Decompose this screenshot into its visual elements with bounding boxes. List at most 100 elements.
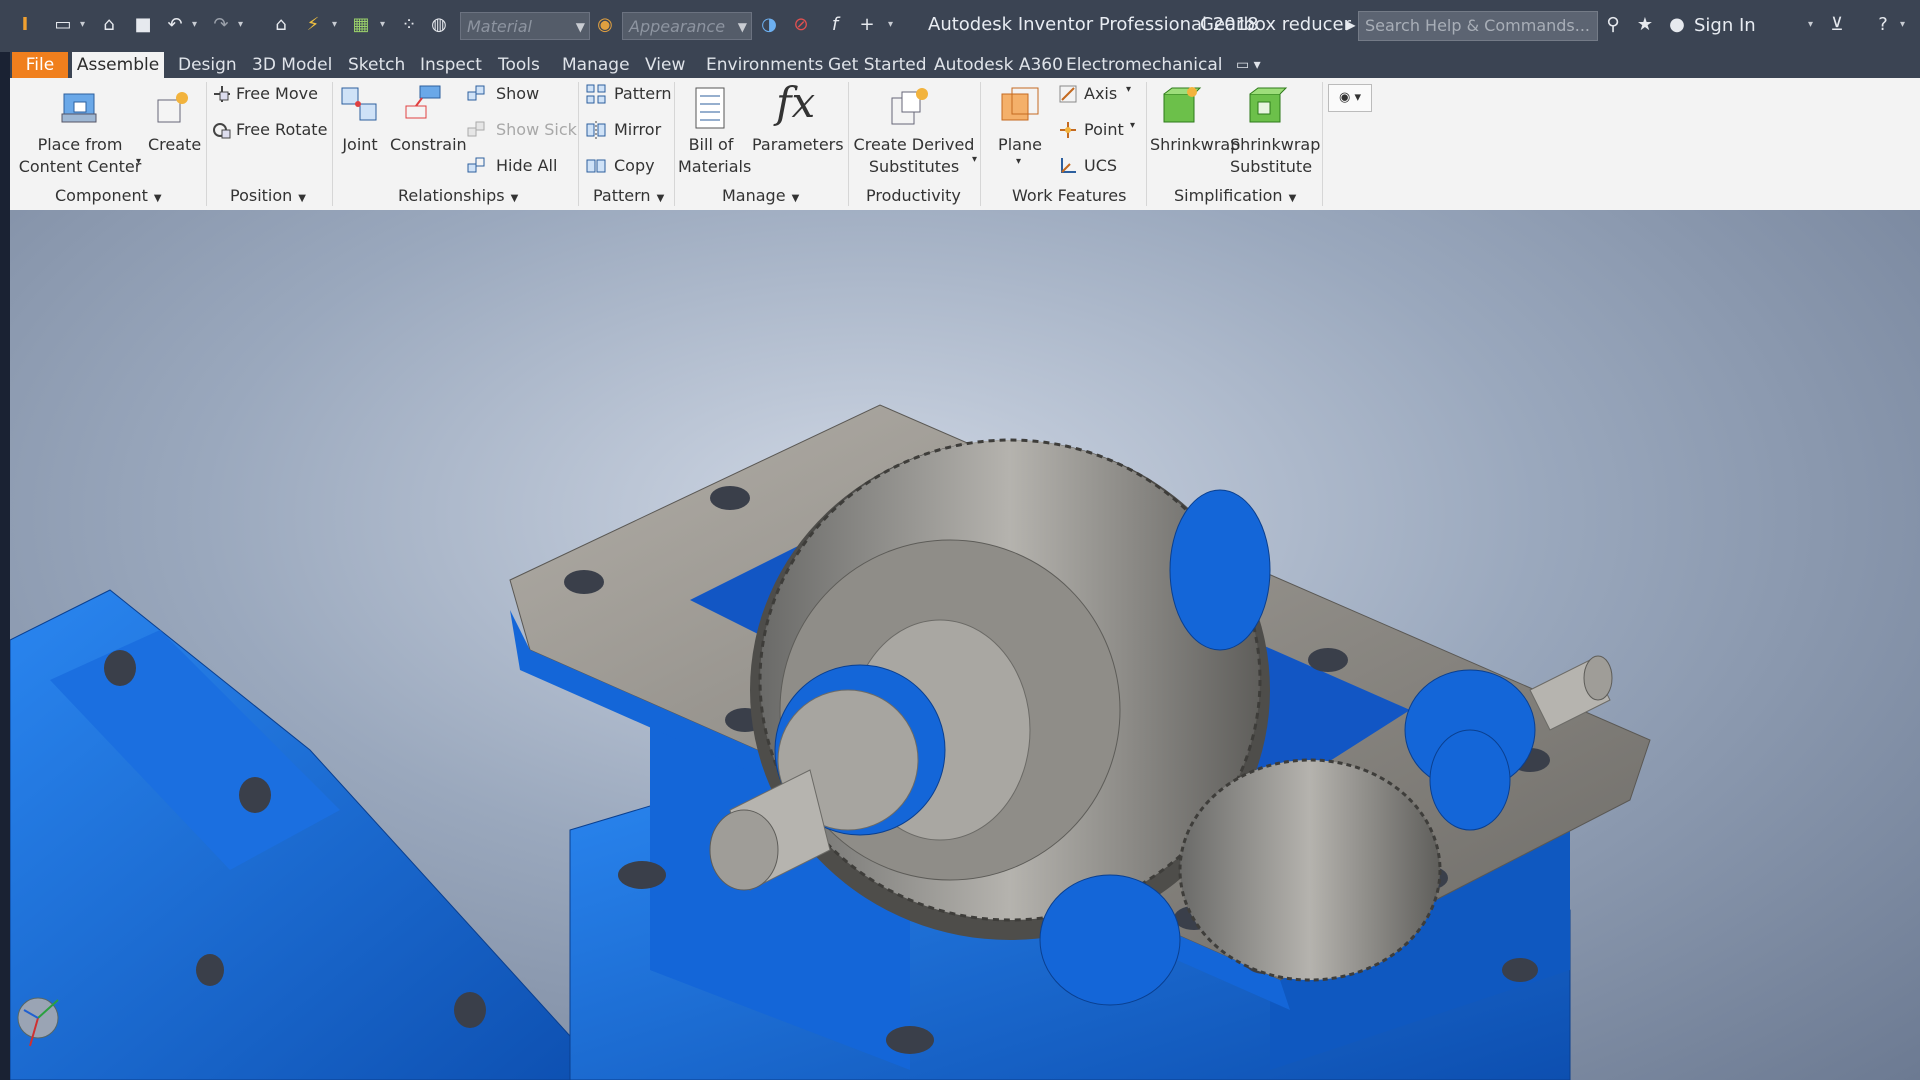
binoculars-icon[interactable]: ⚲ [1602, 14, 1624, 36]
star-icon[interactable]: ★ [1634, 14, 1656, 36]
chevron-down-icon: ▼ [791, 193, 800, 204]
separator [980, 82, 981, 206]
home-icon[interactable]: ⌂ [270, 14, 292, 36]
tab-view[interactable]: View [645, 52, 685, 78]
joint-icon [341, 87, 377, 121]
tab-environments[interactable]: Environments [706, 52, 823, 78]
save-icon[interactable]: ■ [132, 14, 154, 36]
measure-icon[interactable]: ⁘ [398, 14, 420, 36]
panel-title-position[interactable]: Position ▼ [230, 186, 306, 205]
sign-in-dropdown-icon[interactable]: ▾ [1808, 20, 1818, 30]
new-dropdown-icon[interactable]: ▾ [80, 20, 90, 30]
update-dropdown-icon[interactable]: ▾ [332, 20, 342, 30]
tab-assemble[interactable]: Assemble [72, 52, 164, 78]
fx-parameters-icon: fx [776, 78, 816, 127]
copy-icon [586, 159, 606, 173]
show-icon [467, 85, 485, 101]
fx-icon[interactable]: f [824, 14, 846, 36]
plane-dropdown-icon: ▾ [1016, 156, 1022, 167]
tab-get-started[interactable]: Get Started [828, 52, 926, 78]
ribbon-options-dropdown[interactable]: ◉ ▾ [1328, 84, 1372, 112]
derived-label-1: Create Derived [853, 135, 975, 154]
material-select[interactable]: Material ▼ [460, 12, 590, 40]
free-move-label: Free Move [236, 84, 318, 103]
title-bar: I ▭ ▾ ⌂ ■ ↶ ▾ ↷ ▾ ⌂ ⚡ ▾ ▦ ▾ ⁘ ◍ Material… [0, 0, 1920, 52]
content-center-icon [61, 93, 97, 123]
undo-icon[interactable]: ↶ [164, 14, 186, 36]
globe-icon[interactable]: ◍ [428, 14, 450, 36]
parameters-label: Parameters [752, 135, 844, 154]
mirror-label: Mirror [614, 120, 662, 139]
tab-tools[interactable]: Tools [498, 52, 540, 78]
tab-3d-model[interactable]: 3D Model [252, 52, 332, 78]
ribbon-display-toggle-icon[interactable]: ▭ ▾ [1236, 52, 1261, 78]
panel-title-pattern[interactable]: Pattern ▼ [593, 186, 664, 205]
constrain-icon [405, 85, 441, 119]
search-input[interactable]: Search Help & Commands... [1358, 11, 1598, 41]
tab-electromechanical[interactable]: Electromechanical [1066, 52, 1223, 78]
tab-manage[interactable]: Manage [562, 52, 630, 78]
panel-title-component[interactable]: Component ▼ [55, 186, 162, 205]
appearance-placeholder: Appearance [629, 17, 726, 36]
panel-title-relationships[interactable]: Relationships ▼ [398, 186, 518, 205]
new-file-icon[interactable]: ▭ [52, 14, 74, 36]
separator [1146, 82, 1147, 206]
ribbon-panel: Place from Content Center ▾ Create Compo… [10, 78, 1920, 210]
show-sick-label: Show Sick [496, 120, 577, 139]
mirror-icon [586, 121, 606, 139]
inventor-logo-icon[interactable]: I [14, 14, 36, 36]
create-component-icon [157, 92, 188, 123]
free-rotate-label: Free Rotate [236, 120, 328, 139]
appearance-icon[interactable]: ◉ [594, 14, 616, 36]
help-icon[interactable]: ? [1872, 14, 1894, 36]
bill-of-materials-icon [695, 87, 725, 129]
select-icon[interactable]: ▦ [350, 14, 372, 36]
user-icon[interactable]: ● [1666, 14, 1688, 36]
axis-icon [1059, 85, 1077, 103]
free-rotate-icon [213, 123, 231, 139]
appearance-select[interactable]: Appearance ▼ [622, 12, 752, 40]
tab-sketch[interactable]: Sketch [348, 52, 405, 78]
show-label: Show [496, 84, 540, 103]
help-dropdown-icon[interactable]: ▾ [1900, 20, 1910, 30]
select-dropdown-icon[interactable]: ▾ [380, 20, 390, 30]
pattern-icon [586, 84, 606, 104]
chevron-down-icon: ▼ [298, 193, 306, 204]
place-dropdown-icon: ▾ [136, 156, 142, 167]
panel-title-productivity: Productivity [866, 186, 961, 205]
component-title-text: Component [55, 186, 148, 205]
tab-autodesk-a360[interactable]: Autodesk A360 [934, 52, 1063, 78]
pattern-title-text: Pattern [593, 186, 651, 205]
shrinkwrap-substitute-icon [1249, 87, 1288, 123]
search-placeholder: Search Help & Commands... [1365, 16, 1591, 35]
chevron-down-icon: ▼ [737, 20, 747, 34]
open-folder-icon[interactable]: ⌂ [98, 14, 120, 36]
cart-icon[interactable]: ⊻ [1826, 14, 1848, 36]
panel-title-manage[interactable]: Manage ▼ [722, 186, 799, 205]
tab-file[interactable]: File [12, 52, 68, 78]
ucs-icon [1061, 158, 1076, 173]
customize-dropdown-icon[interactable]: ▾ [888, 20, 898, 30]
update-icon[interactable]: ⚡ [302, 14, 324, 36]
simplification-title-text: Simplification [1174, 186, 1283, 205]
pinion-gear [1178, 758, 1442, 982]
chevron-down-icon: ▼ [153, 193, 162, 204]
hide-all-label: Hide All [496, 156, 558, 175]
graphics-viewport[interactable] [10, 210, 1920, 1080]
copy-label: Copy [614, 156, 655, 175]
shrinkwrap-substitute-label-1: Shrinkwrap [1230, 135, 1321, 154]
point-dropdown-icon: ▾ [1130, 120, 1136, 131]
clear-appearance-icon[interactable]: ⊘ [790, 14, 812, 36]
tab-inspect[interactable]: Inspect [420, 52, 482, 78]
undo-dropdown-icon[interactable]: ▾ [192, 20, 202, 30]
chevron-down-icon: ▼ [656, 193, 665, 204]
redo-icon[interactable]: ↷ [210, 14, 232, 36]
panel-title-simplification[interactable]: Simplification ▼ [1174, 186, 1296, 205]
adjust-appearance-icon[interactable]: ◑ [758, 14, 780, 36]
tab-design[interactable]: Design [178, 52, 237, 78]
sign-in-link[interactable]: Sign In [1694, 15, 1756, 36]
free-move-icon [214, 86, 230, 102]
redo-dropdown-icon[interactable]: ▾ [238, 20, 248, 30]
productivity-title-text: Productivity [866, 186, 961, 205]
plus-icon[interactable]: + [856, 14, 878, 36]
